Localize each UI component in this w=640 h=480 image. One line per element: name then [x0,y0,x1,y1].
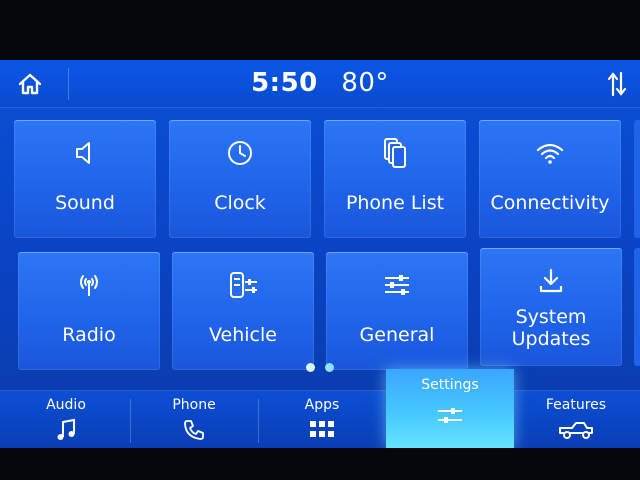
vehicle-settings-icon [172,268,314,302]
truck-icon [512,417,640,443]
tile-label: Sound [55,192,115,214]
tile-label: Vehicle [209,324,277,346]
sort-button[interactable] [602,68,632,100]
speaker-icon [14,136,156,170]
nav-label: Settings [421,377,479,393]
grid-icon [258,417,386,443]
top-bar: 5:50 80° [0,60,640,108]
tile-label: System Updates [480,306,622,350]
tile-vehicle[interactable]: Vehicle [172,252,314,370]
page-indicator[interactable] [300,360,340,374]
nav-phone[interactable]: Phone [130,391,258,448]
outside-temperature: 80° [341,68,389,98]
sort-arrows-icon [607,71,627,97]
page-dot-2[interactable] [325,362,334,372]
tile-clock[interactable]: Clock [169,120,311,238]
bottom-nav: Audio Phone Apps Settings Features [0,369,640,448]
tile-connectivity[interactable]: Connectivity [479,120,621,238]
tile-label: Clock [214,192,266,214]
next-page-tile-edge [634,248,640,366]
download-icon [480,264,622,298]
settings-sliders-icon [386,403,514,429]
nav-apps[interactable]: Apps [258,391,386,448]
infotainment-screen: 5:50 80° Sound Clock Phone List Connecti… [0,60,640,448]
page-dot-1[interactable] [306,362,315,372]
nav-label: Audio [46,397,86,413]
tile-label: General [359,324,435,346]
clock-time: 5:50 [251,68,318,98]
phone-list-icon [324,136,466,170]
clock-icon [169,136,311,170]
nav-audio[interactable]: Audio [2,391,130,448]
nav-label: Features [545,397,607,413]
tile-label: Connectivity [490,192,610,214]
nav-label: Phone [172,397,216,413]
nav-settings[interactable]: Settings [386,369,514,448]
phone-icon [130,417,258,443]
tile-label: Phone List [345,192,445,214]
nav-label: Apps [304,397,340,413]
music-note-icon [2,417,130,443]
radio-antenna-icon [18,268,160,302]
tile-system-updates[interactable]: System Updates [480,248,622,366]
next-page-tile-edge [634,120,640,238]
nav-features[interactable]: Features [512,391,640,448]
tile-phone-list[interactable]: Phone List [324,120,466,238]
tile-sound[interactable]: Sound [14,120,156,238]
status-readout: 5:50 80° [0,68,640,98]
tile-label-line: System Updates [511,306,591,350]
wifi-icon [479,136,621,170]
sliders-icon [326,268,468,302]
tile-radio[interactable]: Radio [18,252,160,370]
tile-general[interactable]: General [326,252,468,370]
tile-label: Radio [62,324,116,346]
